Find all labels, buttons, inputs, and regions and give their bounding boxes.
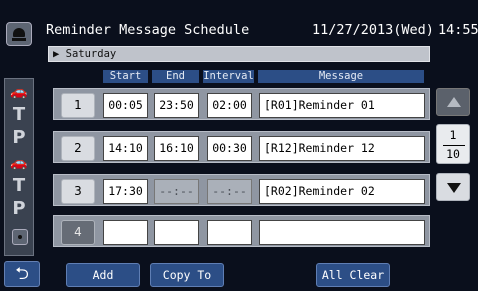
p-icon: P bbox=[12, 127, 26, 148]
start-time-field[interactable] bbox=[103, 220, 148, 245]
header-time: 14:55 bbox=[438, 22, 478, 38]
arrow-up-icon bbox=[447, 97, 461, 107]
end-time-field[interactable]: 23:50 bbox=[154, 93, 199, 118]
interval-field[interactable]: --:-- bbox=[207, 179, 252, 204]
row-number-button[interactable]: 4 bbox=[61, 220, 95, 245]
start-time-field[interactable]: 17:30 bbox=[103, 179, 148, 204]
row-number-button[interactable]: 3 bbox=[61, 179, 95, 204]
interval-field[interactable]: 00:30 bbox=[207, 136, 252, 161]
schedule-row: 4 bbox=[53, 215, 430, 247]
dot-button[interactable] bbox=[12, 229, 28, 245]
current-page: 1 bbox=[449, 128, 457, 142]
start-time-field[interactable]: 14:10 bbox=[103, 136, 148, 161]
column-header-interval: Interval bbox=[203, 70, 254, 83]
p-icon: P bbox=[12, 198, 26, 219]
header-date: 11/27/2013(Wed) bbox=[312, 22, 434, 38]
footer-bar: ⮌ Add Copy To All Clear bbox=[0, 258, 478, 291]
message-field[interactable]: [R01]Reminder 01 bbox=[259, 93, 425, 118]
page-title: Reminder Message Schedule bbox=[46, 22, 250, 38]
header-bar: Reminder Message Schedule 11/27/2013(Wed… bbox=[40, 20, 478, 44]
home-button[interactable] bbox=[6, 22, 32, 46]
end-time-field[interactable]: --:-- bbox=[154, 179, 199, 204]
schedule-row: 1 00:05 23:50 02:00 [R01]Reminder 01 bbox=[53, 88, 430, 120]
start-time-field[interactable]: 00:05 bbox=[103, 93, 148, 118]
end-time-field[interactable] bbox=[154, 220, 199, 245]
message-field[interactable]: [R02]Reminder 02 bbox=[259, 179, 425, 204]
schedule-row: 3 17:30 --:-- --:-- [R02]Reminder 02 bbox=[53, 174, 430, 206]
left-sidebar: 🚗 T P 🚗 T P bbox=[0, 0, 40, 258]
dome-icon bbox=[13, 28, 25, 37]
column-header-start: Start bbox=[103, 70, 148, 83]
t-icon: T bbox=[12, 175, 26, 196]
home-base-icon bbox=[12, 38, 26, 41]
car-icon: 🚗 bbox=[10, 84, 28, 100]
schedule-row: 2 14:10 16:10 00:30 [R12]Reminder 12 bbox=[53, 131, 430, 163]
page-indicator: 1 10 bbox=[436, 124, 470, 164]
interval-field[interactable] bbox=[207, 220, 252, 245]
car-icon: 🚗 bbox=[10, 155, 28, 171]
scroll-down-button[interactable] bbox=[436, 173, 470, 201]
side-icon-column: 🚗 T P 🚗 T P bbox=[4, 78, 34, 256]
row-number-button[interactable]: 1 bbox=[61, 93, 95, 118]
back-button[interactable]: ⮌ bbox=[4, 261, 40, 287]
interval-field[interactable]: 02:00 bbox=[207, 93, 252, 118]
all-clear-button[interactable]: All Clear bbox=[316, 263, 390, 287]
column-header-end: End bbox=[152, 70, 199, 83]
scroll-up-button[interactable] bbox=[436, 88, 470, 116]
add-button[interactable]: Add bbox=[66, 263, 140, 287]
t-icon: T bbox=[12, 104, 26, 125]
pager: 1 10 bbox=[436, 88, 472, 213]
copy-to-button[interactable]: Copy To bbox=[150, 263, 224, 287]
row-number-button[interactable]: 2 bbox=[61, 136, 95, 161]
column-header-message: Message bbox=[258, 70, 424, 83]
day-selector[interactable]: ▶ Saturday bbox=[48, 46, 430, 62]
message-field[interactable] bbox=[259, 220, 425, 245]
message-field[interactable]: [R12]Reminder 12 bbox=[259, 136, 425, 161]
page-divider bbox=[443, 145, 465, 146]
back-arrow-icon: ⮌ bbox=[15, 264, 29, 284]
arrow-down-icon bbox=[447, 183, 461, 193]
end-time-field[interactable]: 16:10 bbox=[154, 136, 199, 161]
total-pages: 10 bbox=[446, 147, 460, 161]
